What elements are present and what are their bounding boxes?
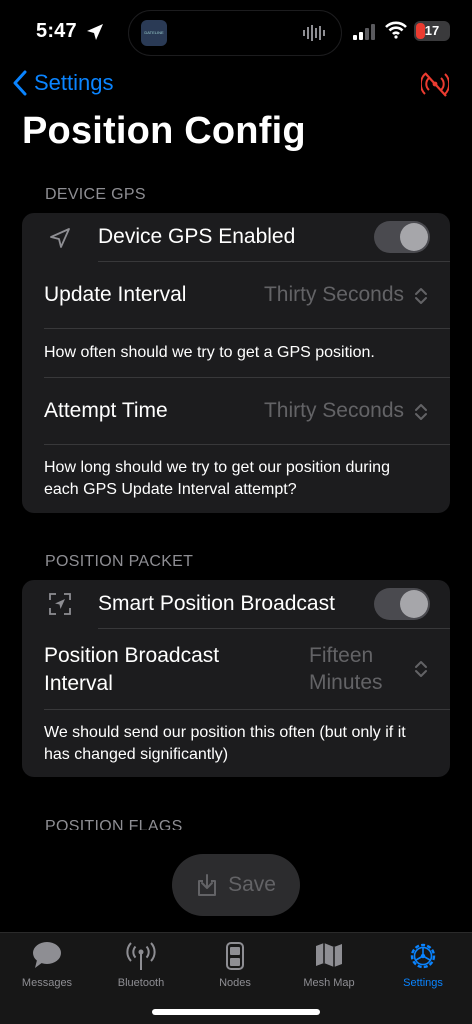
chevron-up-down-icon xyxy=(415,288,427,304)
cellular-signal-icon xyxy=(353,24,375,40)
tab-messages[interactable]: Messages xyxy=(0,939,94,991)
tab-settings[interactable]: Settings xyxy=(376,939,470,991)
page-title: Position Config xyxy=(22,110,306,152)
battery-percent: 17 xyxy=(424,23,440,38)
radio-device-icon xyxy=(226,942,244,970)
update-interval-description-row: How often should we try to get a GPS pos… xyxy=(22,329,450,377)
back-label: Settings xyxy=(34,70,114,95)
device-gps-enabled-label: Device GPS Enabled xyxy=(98,225,296,248)
tab-mesh-map[interactable]: Mesh Map xyxy=(282,939,376,991)
attempt-time-description-row: How long should we try to get our positi… xyxy=(22,445,450,513)
device-gps-enabled-row: Device GPS Enabled xyxy=(22,213,450,261)
smart-position-broadcast-toggle[interactable] xyxy=(374,588,430,620)
chevron-up-down-icon xyxy=(415,661,427,677)
status-time: 5:47 xyxy=(36,20,77,42)
position-broadcast-interval-description: We should send our position this often (… xyxy=(44,724,406,763)
position-broadcast-interval-description-row: We should send our position this often (… xyxy=(22,710,450,777)
tab-bluetooth[interactable]: Bluetooth xyxy=(94,939,188,991)
tab-label: Messages xyxy=(21,977,73,989)
update-interval-row[interactable]: Update Interval Thirty Seconds xyxy=(22,262,450,328)
antenna-icon xyxy=(126,942,156,970)
tab-nodes[interactable]: Nodes xyxy=(188,939,282,991)
attempt-time-value[interactable]: Thirty Seconds xyxy=(264,399,404,423)
device-gps-enabled-toggle[interactable] xyxy=(374,221,430,253)
status-bar: 5:47 DATELINE 17 xyxy=(0,0,472,64)
attempt-time-description: How long should we try to get our positi… xyxy=(44,459,390,498)
viewfinder-location-icon xyxy=(49,593,71,615)
gear-icon xyxy=(410,943,436,969)
tab-label: Bluetooth xyxy=(117,977,165,989)
device-gps-card: Device GPS Enabled Update Interval Thirt… xyxy=(22,213,450,513)
chat-bubble-icon xyxy=(33,942,61,968)
update-interval-label: Update Interval xyxy=(44,283,187,306)
update-interval-description: How often should we try to get a GPS pos… xyxy=(44,344,375,361)
smart-position-broadcast-row: Smart Position Broadcast xyxy=(22,580,450,628)
update-interval-value[interactable]: Thirty Seconds xyxy=(264,283,404,307)
chevron-up-down-icon xyxy=(415,404,427,420)
section-header-device-gps: DEVICE GPS xyxy=(45,186,146,203)
now-playing-thumbnail: DATELINE xyxy=(141,20,167,46)
toggle-knob xyxy=(400,590,428,618)
attempt-time-row[interactable]: Attempt Time Thirty Seconds xyxy=(22,378,450,444)
dynamic-island: DATELINE xyxy=(128,10,342,56)
wifi-icon xyxy=(385,21,407,39)
tab-label: Nodes xyxy=(219,977,251,989)
tab-label: Settings xyxy=(403,977,443,989)
map-icon xyxy=(316,943,342,967)
section-header-position-packet: POSITION PACKET xyxy=(45,553,194,570)
position-packet-card: Smart Position Broadcast Position Broadc… xyxy=(22,580,450,777)
section-header-position-flags: POSITION FLAGS xyxy=(45,818,183,830)
save-button[interactable]: Save xyxy=(172,854,300,916)
audio-wave-icon xyxy=(303,25,325,41)
tab-label: Mesh Map xyxy=(303,977,355,989)
toggle-knob xyxy=(400,223,428,251)
home-indicator[interactable] xyxy=(152,1009,320,1015)
location-arrow-outline-icon xyxy=(50,228,70,248)
smart-position-broadcast-label: Smart Position Broadcast xyxy=(98,592,335,615)
battery-indicator: 17 xyxy=(414,21,450,41)
position-broadcast-interval-label: Position Broadcast Interval xyxy=(44,644,220,695)
location-arrow-icon xyxy=(87,24,103,40)
attempt-time-label: Attempt Time xyxy=(44,399,168,422)
chevron-left-icon xyxy=(13,70,27,96)
save-label: Save xyxy=(228,873,276,896)
save-tray-icon xyxy=(198,874,217,896)
position-broadcast-interval-value[interactable]: Fifteen Minutes xyxy=(309,642,404,696)
disconnected-antenna-icon[interactable] xyxy=(421,70,449,98)
position-broadcast-interval-row[interactable]: Position Broadcast Interval Fifteen Minu… xyxy=(22,629,450,709)
back-button[interactable]: Settings xyxy=(12,66,114,100)
